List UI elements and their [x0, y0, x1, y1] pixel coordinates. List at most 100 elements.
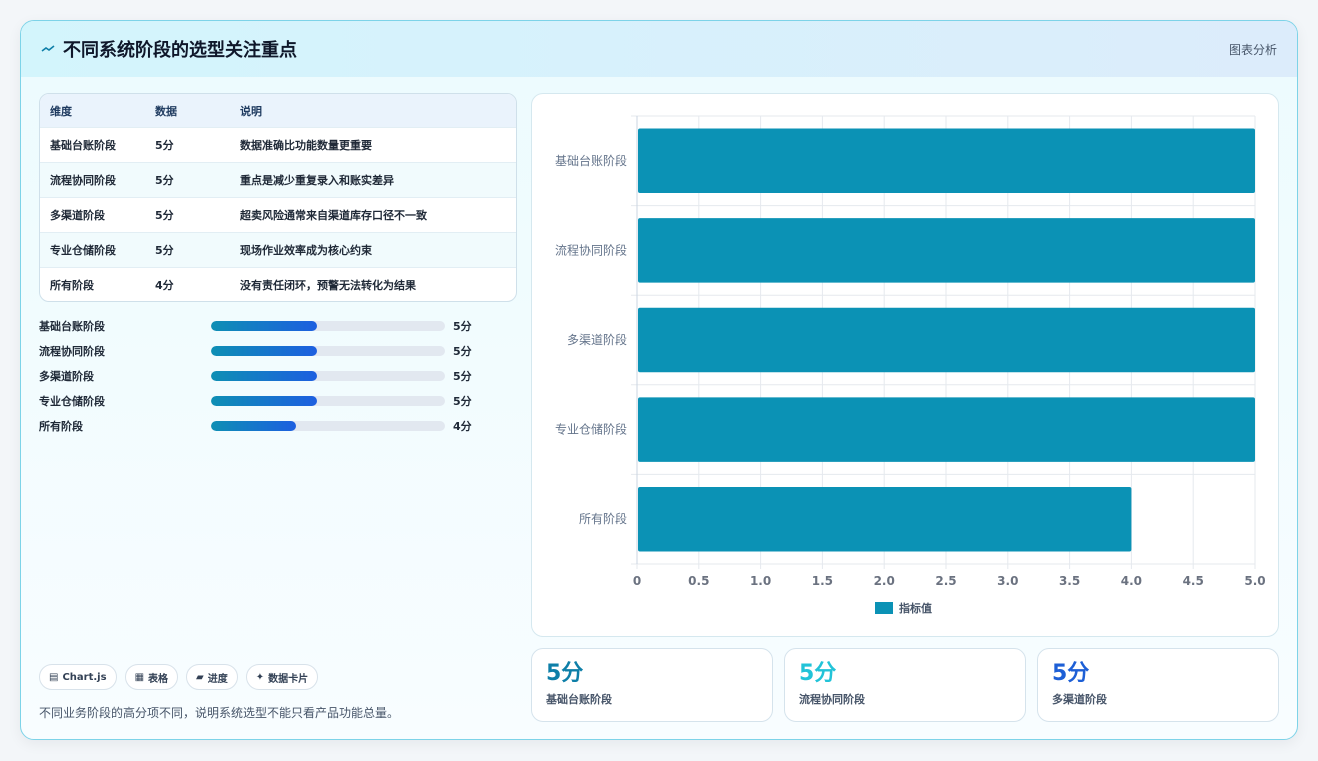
page-title: 不同系统阶段的选型关注重点 [63, 40, 297, 61]
table-row: 基础台账阶段 5分 数据准确比功能数量更重要 [40, 127, 516, 162]
view-chip[interactable]: ▤ Chart.js [39, 664, 117, 690]
table-cell: 4分 [155, 279, 174, 292]
x-tick-label: 1.0 [750, 574, 771, 588]
column-header: 数据 [155, 104, 177, 118]
y-category-label: 所有阶段 [579, 511, 627, 526]
column-header: 维度 [50, 104, 72, 118]
progress-value: 4分 [453, 419, 472, 433]
progress-label: 多渠道阶段 [39, 369, 94, 383]
table-cell: 专业仓储阶段 [50, 244, 116, 257]
footnote: 不同业务阶段的高分项不同，说明系统选型不能只看产品功能总量。 [39, 706, 400, 720]
kpi-card: 5分多渠道阶段 [1037, 648, 1279, 722]
bar-chart-svg: 0 0.5 1.0 1.5 2.0 2.5 3.0 3.5 4.0 4.5 5.0 基础台账阶段流程协… [555, 115, 1266, 615]
bar [638, 486, 1132, 552]
x-tick-label: 3.5 [1059, 574, 1080, 588]
table-cell: 重点是减少重复录入和账实差异 [240, 174, 394, 187]
legend-label: 指标值 [899, 601, 932, 615]
view-chip[interactable]: ▦ 表格 [124, 664, 179, 690]
x-tick-label: 2.5 [935, 574, 956, 588]
kpi-value: 5分 [799, 661, 837, 686]
chip-icon: ▤ [49, 671, 59, 683]
x-tick-label: 5.0 [1244, 574, 1265, 588]
chip-icon: ▰ [196, 671, 204, 683]
bar [638, 218, 1255, 283]
column-header: 说明 [240, 104, 262, 118]
y-category-label: 流程协同阶段 [555, 242, 627, 257]
progress-fill [211, 345, 318, 356]
view-chips: ▤ Chart.js ▦ 表格 ▰ 进度 ✦ 数据卡片 [39, 664, 319, 690]
x-tick-label: 4.5 [1183, 574, 1204, 588]
table-cell: 基础台账阶段 [50, 139, 116, 152]
view-chip[interactable]: ▰ 进度 [186, 664, 238, 690]
table-cell: 5分 [155, 209, 174, 222]
kpi-label: 流程协同阶段 [799, 693, 865, 706]
progress-fill [211, 420, 297, 431]
y-category-label: 专业仓储阶段 [555, 422, 627, 437]
table-cell: 超卖风险通常来自渠道库存口径不一致 [240, 209, 427, 222]
progress-row: 所有阶段 4分 [39, 413, 499, 438]
chip-icon: ▦ [134, 671, 145, 683]
progress-track [211, 370, 445, 381]
progress-value: 5分 [453, 394, 472, 408]
dashboard-card: 不同系统阶段的选型关注重点 图表分析 维度 数据 说明 基础台账阶段 5分 数据… [20, 20, 1298, 740]
progress-value: 5分 [453, 319, 472, 333]
chip-label: 进度 [207, 673, 228, 685]
kpi-card: 5分 基础台账阶段 [531, 648, 773, 722]
table-row: 流程协同阶段 5分 重点是减少重复录入和账实差异 [40, 162, 516, 197]
kpi-value: 5分 [546, 661, 584, 686]
table-cell: 数据准确比功能数量更重要 [240, 139, 372, 152]
progress-value: 5分 [453, 369, 472, 383]
table-cell: 5分 [155, 139, 174, 152]
table-cell: 5分 [155, 174, 174, 187]
x-tick-label: 0 [633, 574, 641, 588]
table-header-row: 维度 数据 说明 [40, 94, 516, 127]
progress-label: 所有阶段 [39, 419, 83, 433]
kpi-value: 5分 [1052, 661, 1090, 686]
progress-label: 基础台账阶段 [39, 319, 105, 333]
card-header: 不同系统阶段的选型关注重点 图表分析 [21, 21, 1297, 77]
trend-icon [41, 45, 55, 52]
table-cell: 所有阶段 [50, 279, 94, 292]
bar-chart: 0 0.5 1.0 1.5 2.0 2.5 3.0 3.5 4.0 4.5 5.0 基础台账阶段 流程协… [531, 93, 1279, 637]
bar [638, 128, 1255, 194]
table-row: 所有阶段 4分 没有责任闭环，预警无法转化为结果 [40, 267, 516, 301]
progress-label: 流程协同阶段 [39, 344, 105, 358]
table-cell: 现场作业效率成为核心约束 [240, 244, 372, 257]
x-tick-label: 4.0 [1121, 574, 1142, 588]
chip-label: 数据卡片 [268, 673, 309, 685]
table-cell: 流程协同阶段 [50, 174, 116, 187]
progress-track [211, 395, 445, 406]
table-cell: 多渠道阶段 [50, 209, 105, 222]
progress-list: 基础台账阶段 5分 流程协同阶段 5分 多渠道阶段 5分 专业仓储阶段 5分 所有阶段 4分 [39, 313, 499, 438]
x-tick-label: 0.5 [688, 574, 709, 588]
progress-track [211, 320, 445, 331]
chip-label: Chart.js [62, 671, 107, 683]
bar [638, 307, 1255, 373]
x-tick-label: 3.0 [997, 574, 1018, 588]
legend-swatch [875, 602, 893, 614]
progress-row: 流程协同阶段 5分 [39, 338, 499, 363]
progress-row: 基础台账阶段 5分 [39, 313, 499, 338]
kpi-card: 5分流程协同阶段 [784, 648, 1026, 722]
x-tick-label: 1.5 [812, 574, 833, 588]
kpi-cards: 5分 基础台账阶段 5分 流程协同阶段 5分 多渠道阶段 [531, 648, 1279, 722]
data-table: 维度 数据 说明 基础台账阶段 5分 数据准确比功能数量更重要 流程协同阶段 5… [39, 93, 517, 302]
bar [638, 397, 1255, 462]
progress-fill [211, 370, 318, 381]
chip-label: 表格 [148, 673, 169, 685]
progress-row: 专业仓储阶段 5分 [39, 388, 499, 413]
table-cell: 5分 [155, 244, 174, 257]
progress-track [211, 420, 445, 431]
progress-row: 多渠道阶段 5分 [39, 363, 499, 388]
progress-value: 5分 [453, 344, 472, 358]
table-cell: 没有责任闭环，预警无法转化为结果 [240, 279, 416, 292]
chart-analysis-tag[interactable]: 图表分析 [1229, 41, 1277, 58]
y-category-label: 多渠道阶段 [567, 332, 627, 347]
x-tick-label: 2.0 [874, 574, 895, 588]
view-chip[interactable]: ✦ 数据卡片 [245, 664, 319, 690]
progress-fill [211, 395, 318, 406]
progress-label: 专业仓储阶段 [39, 394, 105, 408]
table-row: 多渠道阶段 5分 超卖风险通常来自渠道库存口径不一致 [40, 197, 516, 232]
y-category-label: 基础台账阶段 [555, 153, 627, 168]
kpi-label: 多渠道阶段 [1052, 693, 1107, 706]
